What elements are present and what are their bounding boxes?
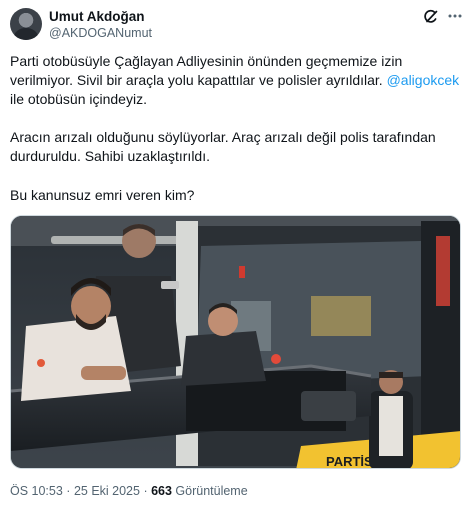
- bus-sign-text: PARTİSİ: [326, 454, 376, 469]
- author-name[interactable]: Umut Akdoğan: [49, 9, 145, 24]
- grok-icon[interactable]: [423, 9, 439, 25]
- meta-separator: ·: [62, 484, 74, 498]
- author-avatar[interactable]: [10, 8, 42, 40]
- tweet-time[interactable]: ÖS 10:53: [10, 484, 63, 498]
- meta-separator-2: ·: [139, 484, 152, 498]
- tweet-paragraph-2: Aracın arızalı olduğunu söylüyorlar. Ara…: [10, 129, 436, 164]
- tweet-paragraph-1: Parti otobüsüyle Çağlayan Adliyesinin ön…: [10, 52, 462, 109]
- paragraph-1-start: Parti otobüsüyle Çağlayan Adliyesinin ön…: [10, 53, 403, 88]
- author-handle[interactable]: @AKDOGANumut: [49, 26, 152, 40]
- tweet-date[interactable]: 25 Eki 2025: [74, 484, 140, 498]
- tweet-meta: ÖS 10:53 · 25 Eki 2025 · 663 Görüntüleme: [10, 484, 248, 498]
- more-options-icon[interactable]: [448, 14, 462, 18]
- photo-scene: PARTİSİ: [11, 216, 460, 469]
- paragraph-1-end: ile otobüsün içindeyiz.: [10, 91, 147, 107]
- tweet-paragraph-3: Bu kanunsuz emri veren kim?: [10, 187, 195, 203]
- tweet-card: Umut Akdoğan @AKDOGANumut Parti otobüsüy…: [0, 0, 474, 507]
- mention-link[interactable]: @aligokcek: [387, 72, 460, 88]
- tweet-photo[interactable]: PARTİSİ: [10, 215, 461, 469]
- views-label: Görüntüleme: [171, 484, 248, 498]
- views-count: 663: [151, 484, 172, 498]
